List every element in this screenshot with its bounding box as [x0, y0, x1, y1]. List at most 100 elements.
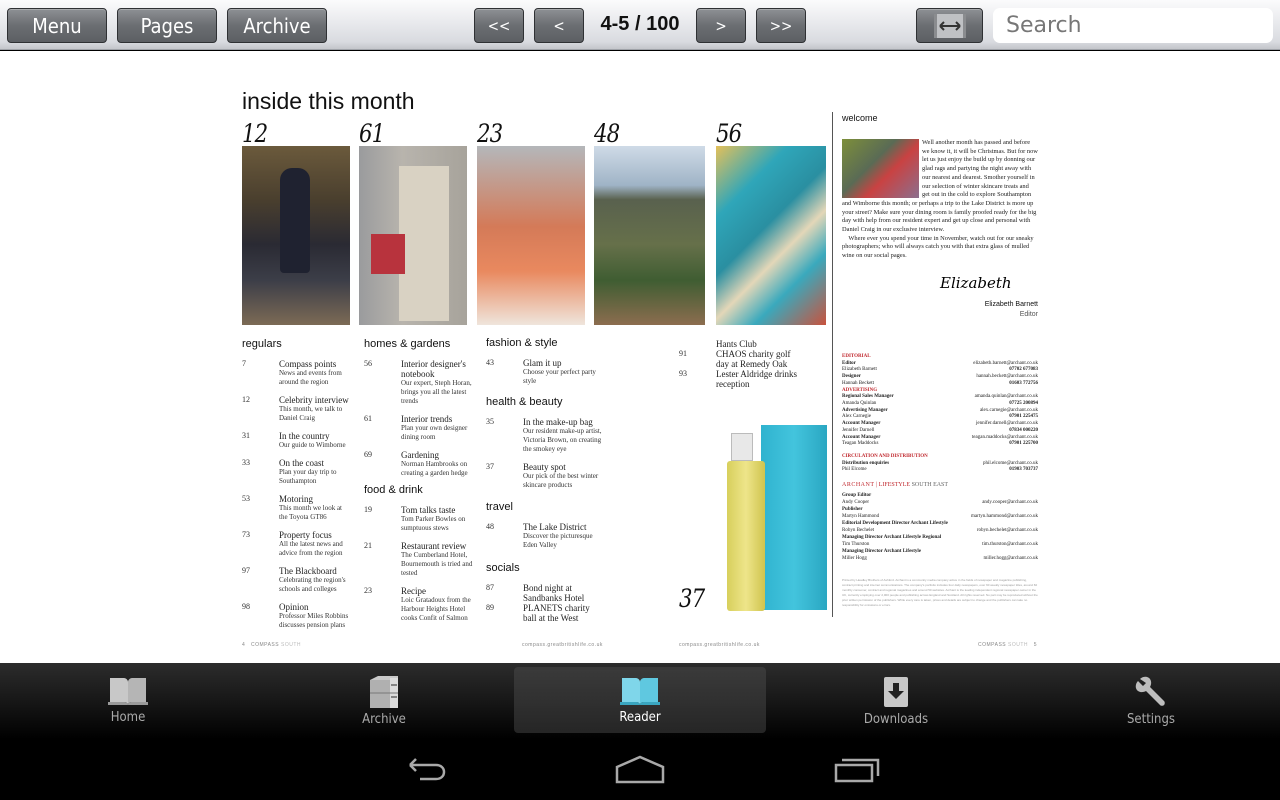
contents-entry[interactable]: 23 Recipe Loic Gratadoux from the Harbour …: [364, 586, 479, 623]
section-health-beauty: health & beauty 35 In the make-up bag Our …: [486, 396, 604, 498]
contact-email[interactable]: robyn.bechelet@archant.co.uk: [977, 528, 1038, 533]
contents-entry[interactable]: 73 Property focus All the latest news and …: [242, 530, 352, 558]
entry-description: Norman Hambrooks on creating a garden he…: [401, 460, 468, 477]
contents-entry[interactable]: 43 Glam it up Choose your perfect party st…: [486, 358, 602, 386]
contents-entry[interactable]: 48 The Lake District Discover the pictures…: [486, 522, 604, 550]
contents-entry[interactable]: 89 PLANETS charity ball at the West: [486, 603, 604, 623]
entry-title: In the country: [279, 431, 330, 441]
entry-title: Motoring: [279, 494, 314, 504]
entry-page-number: 89: [486, 603, 494, 612]
contents-entry[interactable]: 33 On the coast Plan your day trip to Sout…: [242, 458, 352, 486]
contents-entry[interactable]: 37 Beauty spot Our pick of the best winter…: [486, 462, 604, 490]
oil-bottle: [727, 461, 765, 611]
contents-entry[interactable]: 87 Bond night at Sandbanks Hotel: [486, 583, 604, 603]
contents-entry[interactable]: 7 Compass points News and events from arou…: [242, 359, 352, 387]
contact-email[interactable]: jennifer.darnell@archant.co.uk: [976, 421, 1038, 426]
contact-email[interactable]: alex.carnegie@archant.co.uk: [980, 408, 1038, 413]
contents-entry[interactable]: 53 Motoring This month we look at the Toyo…: [242, 494, 352, 522]
recent-apps-icon[interactable]: [832, 755, 884, 785]
search-input[interactable]: Search: [993, 8, 1273, 43]
contact-email[interactable]: miller.hogg@archant.co.uk: [984, 556, 1038, 561]
contact-email[interactable]: andy.cooper@archant.co.uk: [982, 500, 1038, 505]
tab-settings[interactable]: Settings: [1025, 663, 1277, 737]
contact-role: Group Editor: [842, 493, 872, 498]
contact-email[interactable]: elizabeth.barnett@archant.co.uk: [973, 361, 1038, 366]
entry-page-number: 23: [364, 586, 372, 595]
contacts-section-heading: ADVERTISING: [842, 388, 1038, 393]
contact-email[interactable]: tim.thurston@archant.co.uk: [982, 542, 1038, 547]
brand-sub: LIFESTYLE: [878, 482, 911, 488]
contact-email[interactable]: hannah.beckett@archant.co.uk: [976, 374, 1038, 379]
editor-name: Elizabeth Barnett: [984, 301, 1038, 308]
contact-email[interactable]: amanda.quinlan@archant.co.uk: [975, 394, 1038, 399]
entry-title: In the make-up bag: [523, 417, 593, 427]
entry-page-number: 43: [486, 358, 494, 367]
contact-row: Elizabeth Barnett 07702 677083: [842, 367, 1038, 372]
system-nav-bar: [0, 740, 1280, 800]
back-icon[interactable]: [400, 755, 448, 785]
page-indicator: 4-5 / 100: [600, 13, 680, 35]
entry-title: The Blackboard: [279, 566, 337, 576]
tab-home[interactable]: Home: [2, 663, 254, 737]
contents-entry[interactable]: 12 Celebrity interview This month, we talk…: [242, 395, 352, 423]
pages-button[interactable]: Pages: [117, 8, 217, 43]
contact-email[interactable]: phil.elcome@archant.co.uk: [983, 461, 1038, 466]
contact-name: Phil Elcome: [842, 467, 867, 472]
first-page-button[interactable]: <<: [474, 8, 524, 43]
next-page-button[interactable]: >: [696, 8, 746, 43]
contents-entry[interactable]: 31 In the country Our guide to Wimborne: [242, 431, 352, 450]
feature-photo-salmon[interactable]: [477, 146, 585, 325]
feature-photo-celebrity[interactable]: [242, 146, 350, 325]
contents-entry[interactable]: 91 CHAOS charity golf day at Remedy Oak: [679, 349, 799, 369]
contact-role: Distribution enquiries: [842, 460, 890, 466]
tab-downloads[interactable]: Downloads: [770, 663, 1022, 737]
section-food-drink: food & drink 19 Tom talks taste Tom Parker…: [364, 484, 479, 631]
entry-title: Restaurant review: [401, 541, 467, 551]
entry-description: Choose your perfect party style: [523, 368, 596, 385]
contents-entry[interactable]: 21 Restaurant review The Cumberland Hotel,…: [364, 541, 479, 578]
menu-button[interactable]: Menu: [7, 8, 107, 43]
contact-row: Account Manager jennifer.darnell@archant.…: [842, 421, 1038, 426]
editor-photo: [842, 139, 919, 198]
contact-row: Designer hannah.beckett@archant.co.uk: [842, 374, 1038, 379]
feature-page-number: 23: [477, 119, 503, 148]
contents-entry[interactable]: 35 In the make-up bag Our resident make-up…: [486, 417, 604, 454]
contents-entry[interactable]: 61 Interior trends Plan your own designer …: [364, 414, 479, 442]
entry-title: Recipe: [401, 586, 426, 596]
last-page-button[interactable]: >>: [756, 8, 806, 43]
product-photo-skincare[interactable]: [717, 425, 827, 615]
contact-email[interactable]: teagan.maddocks@archant.co.uk: [972, 435, 1038, 440]
magazine-spread[interactable]: [0, 51, 1280, 663]
contact-phone: 07834 000220: [1009, 427, 1038, 433]
contents-entry[interactable]: 69 Gardening Norman Hambrooks on creating …: [364, 450, 479, 478]
home-icon[interactable]: [614, 755, 666, 785]
tab-reader[interactable]: Reader: [514, 667, 766, 733]
feature-page-number: 12: [242, 119, 268, 148]
contact-row: Andy Cooper andy.cooper@archant.co.uk: [842, 500, 1038, 505]
contents-entry[interactable]: 56 Interior designer's notebook Our expert…: [364, 359, 479, 406]
tab-archive[interactable]: Archive: [258, 663, 510, 737]
contents-entry[interactable]: 97 The Blackboard Celebrating the region's…: [242, 566, 352, 594]
entry-page-number: 87: [486, 583, 494, 592]
feature-photo-landscape[interactable]: [594, 146, 705, 325]
contents-entry[interactable]: 93 Lester Aldridge drinks reception: [679, 369, 799, 389]
contact-row: Robyn Bechelet robyn.bechelet@archant.co.…: [842, 528, 1038, 533]
feature-photo-interiors[interactable]: [359, 146, 467, 325]
contact-role: Publisher: [842, 507, 863, 512]
tab-label: Reader: [619, 710, 661, 725]
open-book-icon: [108, 678, 148, 705]
feature-photo-wallpaper[interactable]: [716, 146, 826, 325]
contents-entry[interactable]: 98 Opinion Professor Miles Robbins discuss…: [242, 602, 352, 630]
entry-description: Tom Parker Bowles on sumptuous stews: [401, 515, 466, 532]
section-travel: travel 48 The Lake District Discover the p…: [486, 501, 604, 558]
entry-title: Gardening: [401, 450, 439, 460]
contents-entry[interactable]: 19 Tom talks taste Tom Parker Bowles on su…: [364, 505, 479, 533]
fit-width-button[interactable]: [916, 8, 983, 43]
contact-row: Managing Director Archant Lifestyle: [842, 549, 1038, 554]
entry-page-number: 97: [242, 566, 250, 575]
archive-button[interactable]: Archive: [227, 8, 327, 43]
contents-entry[interactable]: Hants Club: [679, 339, 799, 349]
previous-page-button[interactable]: <: [534, 8, 584, 43]
contact-email[interactable]: martyn.hammond@archant.co.uk: [971, 514, 1038, 519]
section-heading: homes & gardens: [364, 338, 451, 350]
